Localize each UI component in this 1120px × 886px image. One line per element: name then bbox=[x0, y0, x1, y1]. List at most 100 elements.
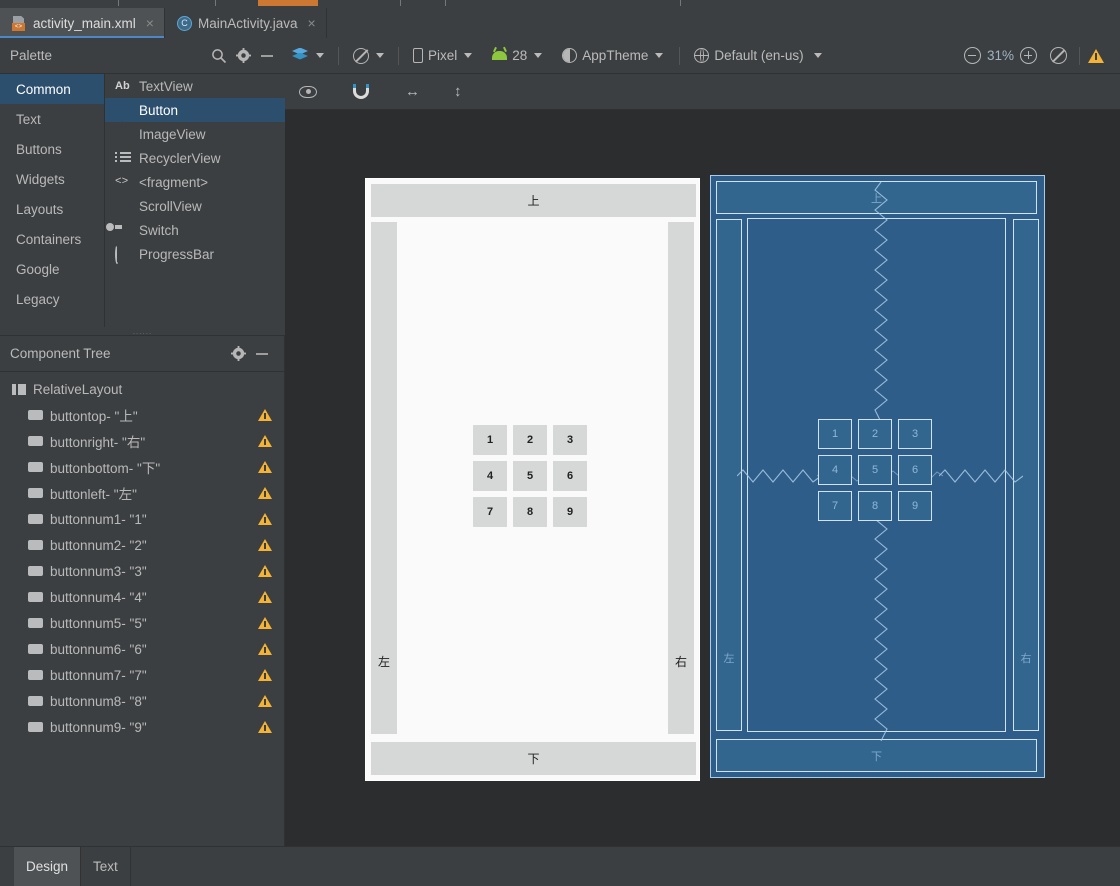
locale-selector[interactable]: Default (en-us) bbox=[688, 45, 827, 66]
palette-category-text[interactable]: Text bbox=[0, 104, 104, 134]
table-row[interactable]: buttonbottom- "下" bbox=[0, 454, 284, 480]
zoom-in-icon[interactable] bbox=[1020, 47, 1037, 64]
preview-button-num8[interactable]: 8 bbox=[513, 497, 547, 527]
preview-button-bottom[interactable]: 下 bbox=[371, 742, 696, 775]
vertical-guideline-icon[interactable]: ↕ bbox=[454, 84, 462, 99]
preview-button-num5[interactable]: 5 bbox=[513, 461, 547, 491]
preview-button-num3[interactable]: 3 bbox=[553, 425, 587, 455]
tab-design[interactable]: Design bbox=[14, 847, 82, 886]
table-row[interactable]: buttonnum3- "3" bbox=[0, 558, 284, 584]
blueprint-button-num1[interactable]: 1 bbox=[818, 419, 852, 449]
palette-item-label: ScrollView bbox=[139, 198, 202, 214]
palette-item-imageview[interactable]: ImageView bbox=[105, 122, 285, 146]
preview-button-num1[interactable]: 1 bbox=[473, 425, 507, 455]
preview-button-num7[interactable]: 7 bbox=[473, 497, 507, 527]
magnet-icon[interactable] bbox=[353, 84, 369, 99]
table-row[interactable]: buttonnum1- "1" bbox=[0, 506, 284, 532]
palette-item-button[interactable]: Button bbox=[105, 98, 285, 122]
table-row[interactable]: buttonright- "右" bbox=[0, 428, 284, 454]
rendered-preview[interactable]: 上 左 右 下 1 2 3 4 5 6 7 8 9 bbox=[365, 178, 700, 781]
palette-category-common[interactable]: Common bbox=[0, 74, 104, 104]
palette-category-widgets[interactable]: Widgets bbox=[0, 164, 104, 194]
table-row[interactable]: buttonnum7- "7" bbox=[0, 662, 284, 688]
table-row[interactable]: buttonnum2- "2" bbox=[0, 532, 284, 558]
warning-icon[interactable] bbox=[258, 695, 272, 707]
minimize-icon[interactable] bbox=[255, 44, 279, 68]
orientation-selector[interactable] bbox=[347, 45, 390, 67]
blueprint-preview[interactable]: 上 左 右 下 1 2 3 4 5 6 7 8 9 bbox=[710, 175, 1045, 778]
editor-tab-activity-main-xml[interactable]: <> activity_main.xml × bbox=[0, 8, 165, 38]
palette-category-containers[interactable]: Containers bbox=[0, 224, 104, 254]
table-row[interactable]: buttonnum4- "4" bbox=[0, 584, 284, 610]
palette-category-layouts[interactable]: Layouts bbox=[0, 194, 104, 224]
palette-item-recyclerview[interactable]: RecyclerView bbox=[105, 146, 285, 170]
close-icon[interactable]: × bbox=[308, 15, 316, 31]
eye-icon[interactable] bbox=[299, 85, 317, 98]
warning-icon[interactable] bbox=[258, 539, 272, 551]
palette-item-textview[interactable]: Ab TextView bbox=[105, 74, 285, 98]
design-mode-selector[interactable] bbox=[285, 45, 330, 67]
warning-icon[interactable] bbox=[258, 435, 272, 447]
table-row[interactable]: buttonleft- "左" bbox=[0, 480, 284, 506]
gear-icon[interactable] bbox=[226, 342, 250, 366]
warning-icon[interactable] bbox=[258, 409, 272, 421]
palette-item-scrollview[interactable]: ScrollView bbox=[105, 194, 285, 218]
palette-category-google[interactable]: Google bbox=[0, 254, 104, 284]
close-icon[interactable]: × bbox=[146, 15, 154, 31]
palette-item-label: RecyclerView bbox=[139, 150, 221, 166]
palette-item-switch[interactable]: Switch bbox=[105, 218, 285, 242]
blueprint-button-num7[interactable]: 7 bbox=[818, 491, 852, 521]
blueprint-button-num8[interactable]: 8 bbox=[858, 491, 892, 521]
search-icon[interactable] bbox=[207, 44, 231, 68]
table-row[interactable]: buttonnum6- "6" bbox=[0, 636, 284, 662]
blueprint-button-num4[interactable]: 4 bbox=[818, 455, 852, 485]
table-row[interactable]: buttonnum8- "8" bbox=[0, 688, 284, 714]
preview-button-num9[interactable]: 9 bbox=[553, 497, 587, 527]
blueprint-button-bottom[interactable]: 下 bbox=[716, 739, 1037, 772]
editor-tab-mainactivity-java[interactable]: C MainActivity.java × bbox=[165, 8, 327, 38]
warning-icon[interactable] bbox=[258, 461, 272, 473]
warning-icon[interactable] bbox=[258, 643, 272, 655]
horizontal-constraint-squiggle-right bbox=[939, 469, 1023, 483]
blueprint-button-num5[interactable]: 5 bbox=[858, 455, 892, 485]
palette-category-legacy[interactable]: Legacy bbox=[0, 284, 104, 314]
table-row[interactable]: buttonnum9- "9" bbox=[0, 714, 284, 740]
design-surface[interactable]: 上 左 右 下 1 2 3 4 5 6 7 8 9 上 左 右 下 1 2 3 … bbox=[285, 110, 1120, 846]
palette-item-label: Switch bbox=[139, 222, 179, 238]
palette-resize-handle[interactable]: ...... bbox=[0, 327, 285, 336]
preview-button-num2[interactable]: 2 bbox=[513, 425, 547, 455]
preview-button-right[interactable]: 右 bbox=[668, 222, 694, 734]
tab-text[interactable]: Text bbox=[81, 847, 131, 886]
warning-icon[interactable] bbox=[258, 669, 272, 681]
tree-row-relativelayout[interactable]: RelativeLayout bbox=[0, 376, 284, 402]
warning-icon[interactable] bbox=[258, 721, 272, 733]
blueprint-button-num9[interactable]: 9 bbox=[898, 491, 932, 521]
palette-item-fragment[interactable]: <> <fragment> bbox=[105, 170, 285, 194]
blueprint-button-num2[interactable]: 2 bbox=[858, 419, 892, 449]
preview-button-top[interactable]: 上 bbox=[371, 184, 696, 217]
preview-button-num4[interactable]: 4 bbox=[473, 461, 507, 491]
blueprint-button-num6[interactable]: 6 bbox=[898, 455, 932, 485]
preview-button-left[interactable]: 左 bbox=[371, 222, 397, 734]
device-selector[interactable]: Pixel bbox=[407, 45, 478, 66]
zoom-out-icon[interactable] bbox=[963, 47, 981, 64]
table-row[interactable]: buttonnum5- "5" bbox=[0, 610, 284, 636]
blueprint-button-num3[interactable]: 3 bbox=[898, 419, 932, 449]
warning-icon[interactable] bbox=[258, 487, 272, 499]
warning-icon[interactable] bbox=[258, 513, 272, 525]
palette-item-progressbar[interactable]: ProgressBar bbox=[105, 242, 285, 266]
horizontal-guideline-icon[interactable]: ↔ bbox=[405, 84, 420, 99]
table-row[interactable]: buttontop- "上" bbox=[0, 402, 284, 428]
preview-button-num6[interactable]: 6 bbox=[553, 461, 587, 491]
warning-icon[interactable] bbox=[1088, 48, 1104, 63]
warning-icon[interactable] bbox=[258, 617, 272, 629]
api-level-selector[interactable]: 28 bbox=[486, 45, 548, 66]
palette-category-buttons[interactable]: Buttons bbox=[0, 134, 104, 164]
warning-icon[interactable] bbox=[258, 591, 272, 603]
zoom-disable-icon[interactable] bbox=[1050, 47, 1067, 64]
minimize-icon[interactable] bbox=[250, 342, 274, 366]
gear-icon[interactable] bbox=[231, 44, 255, 68]
theme-selector[interactable]: AppTheme bbox=[556, 45, 669, 66]
component-tree-body: RelativeLayout buttontop- "上" buttonrigh… bbox=[0, 372, 284, 740]
warning-icon[interactable] bbox=[258, 565, 272, 577]
